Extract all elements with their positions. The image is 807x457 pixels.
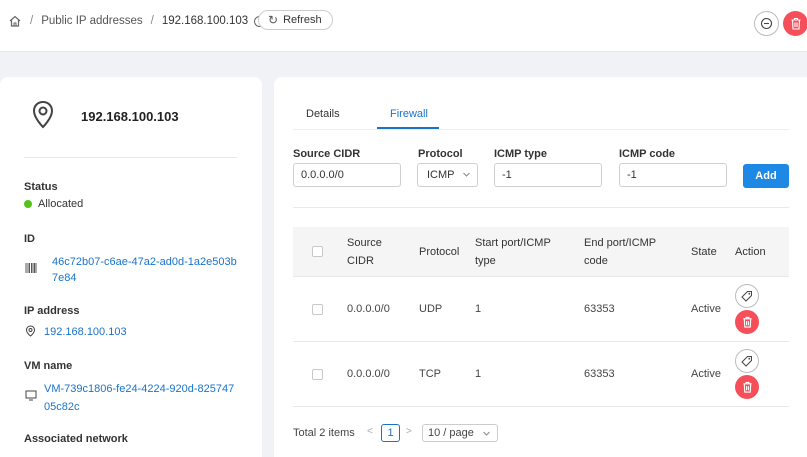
location-icon [25, 325, 36, 340]
row-protocol: UDP [419, 303, 443, 315]
table-row: 0.0.0.0/0 TCP 1 63353 Active [293, 342, 789, 407]
status-label: Status [24, 181, 58, 193]
row-checkbox[interactable] [312, 369, 323, 380]
row-state: Active [691, 303, 721, 315]
ip-label: IP address [24, 305, 80, 317]
table-row: 0.0.0.0/0 UDP 1 63353 Active [293, 277, 789, 342]
icmp-code-input[interactable]: -1 [619, 163, 727, 187]
location-pin-icon [30, 100, 56, 133]
summary-title: 192.168.100.103 [81, 109, 179, 124]
row-source-cidr: 0.0.0.0/0 [347, 303, 390, 315]
row-end-port: 63353 [584, 368, 615, 380]
icmp-type-label: ICMP type [494, 148, 547, 160]
edit-tags-button[interactable] [735, 284, 759, 308]
table-header: Source CIDR Protocol Start port/ICMP typ… [293, 227, 789, 277]
breadcrumb-public-ip[interactable]: Public IP addresses [41, 15, 142, 27]
tag-icon [741, 356, 752, 367]
refresh-button[interactable]: ↻ Refresh [258, 10, 333, 30]
delete-rule-button[interactable] [735, 375, 759, 399]
header-start-port-line2: type [475, 255, 496, 267]
row-protocol: TCP [419, 368, 441, 380]
protocol-label: Protocol [418, 148, 463, 160]
minus-circle-icon [760, 17, 773, 30]
id-value-line1: 46c72b07-c6ae-47a2-ad0d-1a2e503b [52, 256, 237, 268]
page-size-select[interactable]: 10 / page [422, 424, 498, 442]
ip-value[interactable]: 192.168.100.103 [44, 326, 127, 338]
header-end-port[interactable]: End port/ICMP code [584, 234, 656, 270]
id-value[interactable]: 46c72b07-c6ae-47a2-ad0d-1a2e503b 7e84 [52, 254, 237, 286]
barcode-icon [25, 262, 37, 277]
status-dot [24, 200, 32, 209]
protocol-value: ICMP [427, 169, 455, 181]
breadcrumb-separator: / [30, 15, 34, 27]
row-state: Active [691, 368, 721, 380]
header-start-port-line1: Start port/ICMP [475, 237, 551, 249]
form-divider [293, 207, 789, 208]
network-label: Associated network [24, 433, 128, 445]
vm-value-line2: 05c82c [44, 401, 80, 413]
delete-button[interactable] [783, 11, 807, 36]
row-start-port: 1 [475, 303, 482, 315]
summary-divider [24, 157, 237, 158]
active-tab-indicator [377, 127, 439, 129]
trash-icon [742, 316, 752, 328]
breadcrumb-separator: / [150, 15, 154, 27]
id-label: ID [24, 233, 35, 245]
vm-value[interactable]: VM-739c1806-fe24-4224-920d-825747 05c82c [44, 380, 234, 416]
vm-value-line1: VM-739c1806-fe24-4224-920d-825747 [44, 383, 235, 395]
select-all-checkbox[interactable] [312, 246, 323, 257]
chevron-down-icon [482, 429, 491, 441]
source-cidr-input[interactable]: 0.0.0.0/0 [293, 163, 401, 187]
next-page-icon[interactable]: > [406, 426, 412, 437]
header-action: Action [735, 246, 766, 258]
icmp-type-input[interactable]: -1 [494, 163, 602, 187]
header-end-port-line1: End port/ICMP [584, 237, 657, 249]
row-end-port: 63353 [584, 303, 615, 315]
release-button[interactable] [754, 11, 779, 36]
refresh-icon: ↻ [268, 13, 279, 27]
icmp-code-label: ICMP code [619, 148, 676, 160]
tab-firewall[interactable]: Firewall [390, 108, 428, 120]
breadcrumb-current: 192.168.100.103 [161, 15, 249, 27]
trash-icon [742, 381, 752, 393]
vm-label: VM name [24, 360, 73, 372]
header-source-cidr[interactable]: Source CIDR [347, 234, 382, 270]
breadcrumb: / Public IP addresses / 192.168.100.103 … [8, 13, 266, 29]
trash-icon [791, 17, 800, 30]
top-bar: / Public IP addresses / 192.168.100.103 … [0, 0, 807, 52]
refresh-label: Refresh [283, 14, 322, 26]
tab-details[interactable]: Details [306, 108, 340, 120]
id-value-line2: 7e84 [52, 272, 77, 284]
row-source-cidr: 0.0.0.0/0 [347, 368, 390, 380]
delete-rule-button[interactable] [735, 310, 759, 334]
add-rule-button[interactable]: Add [743, 164, 789, 188]
status-text: Allocated [38, 198, 84, 210]
pagination-total: Total 2 items [293, 427, 355, 439]
header-source-cidr-line1: Source [347, 237, 382, 249]
header-start-port[interactable]: Start port/ICMP type [475, 234, 551, 270]
prev-page-icon[interactable]: < [367, 426, 373, 437]
tag-icon [741, 291, 752, 302]
edit-tags-button[interactable] [735, 349, 759, 373]
source-cidr-label: Source CIDR [293, 148, 361, 160]
header-protocol[interactable]: Protocol [419, 243, 459, 261]
header-state[interactable]: State [691, 243, 717, 261]
monitor-icon [25, 390, 37, 404]
header-source-cidr-line2: CIDR [347, 255, 374, 267]
row-start-port: 1 [475, 368, 482, 380]
tabs-divider [293, 129, 789, 130]
page-size-value: 10 / page [428, 427, 474, 439]
chevron-down-icon [462, 170, 471, 182]
status-value: Allocated [24, 198, 83, 210]
page-number-button[interactable]: 1 [381, 424, 400, 442]
header-end-port-line2: code [584, 255, 608, 267]
row-checkbox[interactable] [312, 304, 323, 315]
protocol-select[interactable]: ICMP [417, 163, 478, 187]
home-icon[interactable] [8, 14, 22, 28]
